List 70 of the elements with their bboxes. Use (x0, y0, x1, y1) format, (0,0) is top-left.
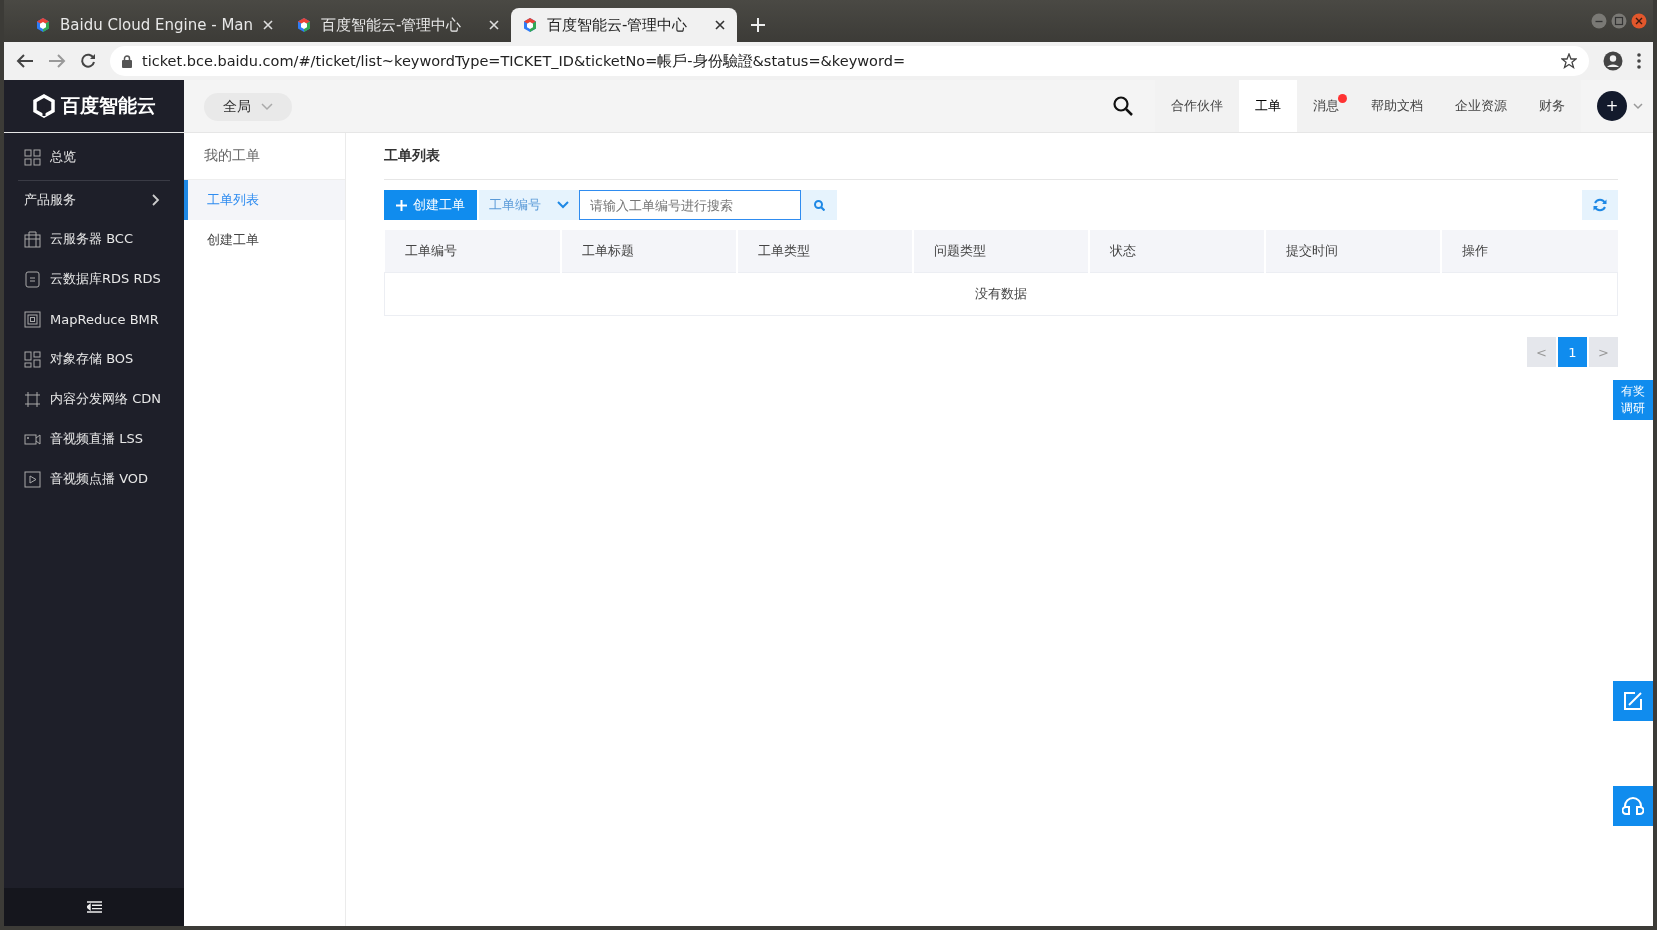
subnav-title: 我的工单 (204, 147, 260, 165)
feedback-button[interactable] (1613, 681, 1653, 721)
nav-item[interactable]: 工单 (1239, 80, 1297, 132)
chevron-right-icon (152, 194, 160, 206)
blocks-icon (24, 350, 41, 368)
refresh-button[interactable] (1582, 190, 1618, 220)
headset-icon (1622, 797, 1644, 815)
create-ticket-button[interactable]: 创建工单 (384, 190, 477, 220)
refresh-icon (1593, 198, 1607, 212)
plus-icon (396, 199, 407, 211)
empty-message: 没有数据 (384, 272, 1618, 316)
search-icon (813, 199, 825, 211)
column-header: 工单类型 (736, 230, 913, 273)
survey-button[interactable]: 有奖调研 (1613, 380, 1653, 420)
page-title: 工单列表 (384, 147, 440, 165)
back-arrow-icon[interactable] (16, 53, 34, 69)
chevron-down-icon[interactable] (1633, 102, 1643, 110)
network-icon (24, 390, 41, 408)
collapse-menu-icon[interactable] (86, 901, 102, 913)
column-header: 提交时间 (1265, 230, 1442, 273)
sidebar-item[interactable]: MapReduce BMR (4, 299, 184, 339)
sidebar-item[interactable]: 音视频点播 VOD (4, 459, 184, 499)
logo-text: 百度智能云 (60, 93, 156, 118)
search-icon[interactable] (1113, 96, 1133, 116)
server-icon (24, 230, 41, 248)
hexagon-icon (523, 17, 538, 33)
hexagon-logo-icon (32, 94, 55, 118)
grid-icon (24, 148, 41, 166)
support-button[interactable] (1613, 786, 1653, 826)
close-icon[interactable] (715, 20, 726, 30)
subnav-item[interactable]: 创建工单 (184, 220, 345, 260)
menu-dots-icon[interactable] (1637, 53, 1641, 69)
browser-tab[interactable]: 百度智能云-管理中心 (511, 8, 738, 42)
avatar-button[interactable]: + (1597, 91, 1627, 121)
browser-tab[interactable]: Baidu Cloud Engine - Man (24, 8, 286, 42)
url-text: ticket.bce.baidu.com/#/ticket/list~keywordType=TICKET_ID&ticketNo=帳戶-身份驗證&status=&keyword= (142, 51, 906, 71)
sidebar-item[interactable]: 云数据库RDS RDS (4, 259, 184, 299)
maximize-icon[interactable] (1611, 13, 1627, 29)
sidebar-item[interactable]: 音视频直播 LSS (4, 419, 184, 459)
group-label: 产品服务 (24, 191, 76, 209)
sidebar-item[interactable]: 对象存储 BOS (4, 339, 184, 379)
column-header: 工单标题 (560, 230, 737, 273)
search-field[interactable]: 请输入工单编号进行搜索 (579, 190, 801, 220)
database-icon (24, 270, 41, 288)
chip-icon (24, 310, 41, 328)
sidebar-group[interactable]: 产品服务 (18, 180, 170, 219)
sidebar-item[interactable]: 云服务器 BCC (4, 219, 184, 259)
plus-icon[interactable] (751, 18, 766, 32)
scope-dropdown[interactable]: 全局 (204, 93, 292, 121)
address-bar[interactable]: ticket.bce.baidu.com/#/ticket/list~keywordType=TICKET_ID&ticketNo=帳戶-身份驗證&status=&keyword= (110, 46, 1589, 76)
hexagon-icon (297, 17, 312, 33)
minimize-icon[interactable] (1591, 13, 1607, 29)
hexagon-icon (36, 17, 50, 33)
account-icon[interactable] (1603, 51, 1623, 71)
column-header: 问题类型 (912, 230, 1090, 273)
sidebar-item[interactable]: 内容分发网络 CDN (4, 379, 184, 419)
edit-icon (1623, 691, 1643, 711)
star-icon[interactable] (1561, 53, 1577, 69)
play-icon (24, 470, 41, 488)
lock-icon (122, 54, 132, 68)
column-header: 工单编号 (384, 230, 561, 273)
page-button[interactable]: 1 (1558, 337, 1587, 367)
column-header: 状态 (1089, 230, 1266, 273)
browser-tab[interactable]: 百度智能云-管理中心 (285, 8, 512, 42)
column-header: 操作 (1441, 230, 1618, 273)
search-button[interactable] (801, 190, 837, 220)
chevron-down-icon (557, 201, 569, 209)
sidebar-item[interactable]: 总览 (4, 137, 184, 177)
chevron-down-icon (261, 103, 273, 111)
reload-icon[interactable] (80, 53, 96, 69)
